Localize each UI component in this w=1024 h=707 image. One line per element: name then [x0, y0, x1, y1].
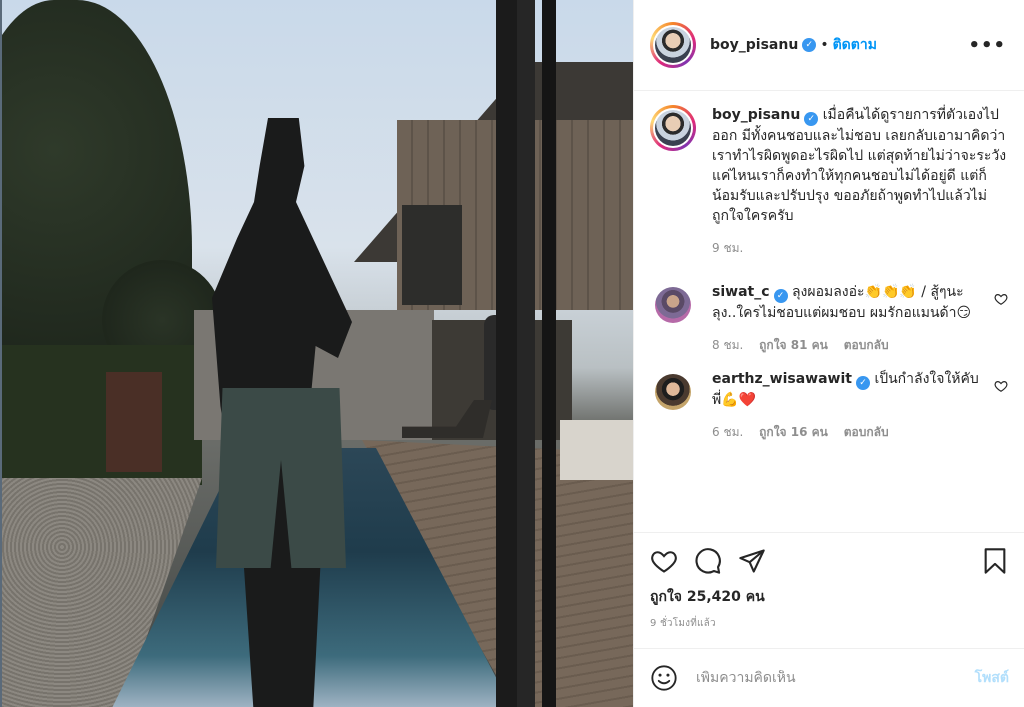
photo-outdoor-sofa: [560, 420, 633, 480]
comment-like-heart-icon[interactable]: [994, 292, 1008, 306]
author-avatar[interactable]: [650, 22, 696, 68]
follow-button[interactable]: ติดตาม: [833, 34, 877, 56]
comment-likes[interactable]: ถูกใจ 16 คน: [759, 425, 828, 439]
post-photo[interactable]: [0, 0, 633, 707]
caption-time[interactable]: 9 ชม.: [712, 241, 743, 255]
caption-meta: 9 ชม.: [712, 238, 1008, 258]
caption-username[interactable]: boy_pisanu: [712, 107, 800, 123]
post-comment-button[interactable]: โพสต์: [975, 667, 1009, 689]
comment-time[interactable]: 8 ชม.: [712, 338, 743, 352]
comment-meta: 6 ชม. ถูกใจ 16 คน ตอบกลับ: [712, 422, 984, 442]
heart-icon[interactable]: [650, 547, 678, 575]
comment-reply-button[interactable]: ตอบกลับ: [844, 425, 889, 439]
action-icons-row: [650, 533, 1009, 588]
bookmark-icon[interactable]: [981, 547, 1009, 575]
post-header: boy_pisanu ✓ • ติดตาม •••: [634, 0, 1024, 91]
comment-username[interactable]: siwat_c: [712, 284, 770, 300]
emoji-icon[interactable]: [650, 664, 678, 692]
comment-time[interactable]: 6 ชม.: [712, 425, 743, 439]
verified-badge-icon: ✓: [773, 289, 788, 303]
comment-item: earthz_wisawawit ✓ เป็นกำลังใจให้คับพี่💪❤…: [650, 369, 1008, 442]
author-username[interactable]: boy_pisanu: [710, 37, 798, 53]
commenter-avatar[interactable]: [650, 282, 696, 328]
comment-meta: 8 ชม. ถูกใจ 81 คน ตอบกลับ: [712, 335, 984, 355]
photo-house-window: [402, 205, 462, 305]
verified-badge-icon: ✓: [855, 376, 870, 390]
photo-door-frame: [496, 0, 518, 707]
comment-icon[interactable]: [694, 547, 722, 575]
photo-door-frame-3: [542, 0, 556, 707]
comment-item: siwat_c ✓ ลุงผอมลงอ่ะ👏👏👏 / สู้ๆนะลุง..ใคร…: [650, 282, 1008, 355]
comment-like-heart-icon[interactable]: [994, 379, 1008, 393]
more-options-icon[interactable]: •••: [968, 35, 1006, 56]
photo-hedge: [2, 345, 202, 485]
verified-badge-icon: ✓: [804, 112, 819, 126]
comment-username[interactable]: earthz_wisawawit: [712, 371, 852, 387]
photo-door-frame-2: [517, 0, 535, 707]
comment-reply-button[interactable]: ตอบกลับ: [844, 338, 889, 352]
share-icon[interactable]: [738, 547, 766, 575]
caption-author-avatar[interactable]: [650, 105, 696, 151]
post-actions: ถูกใจ 25,420 คน 9 ชั่วโมงที่แล้ว: [634, 532, 1024, 631]
comments-list[interactable]: boy_pisanu ✓ เมื่อคืนได้ดูรายการที่ตัวเอง…: [634, 91, 1024, 531]
comment-likes[interactable]: ถูกใจ 81 คน: [759, 338, 828, 352]
caption-text: เมื่อคืนได้ดูรายการที่ตัวเองไปออก มีทั้ง…: [712, 107, 1007, 224]
add-comment-bar: โพสต์: [634, 648, 1024, 707]
add-comment-input[interactable]: [696, 670, 975, 686]
post-detail-panel: boy_pisanu ✓ • ติดตาม ••• boy_pisanu ✓ เม…: [633, 0, 1024, 707]
photo-wooden-gate: [106, 372, 162, 472]
post-timestamp[interactable]: 9 ชั่วโมงที่แล้ว: [650, 616, 1009, 631]
verified-badge-icon: ✓: [802, 38, 817, 52]
commenter-avatar[interactable]: [650, 369, 696, 415]
header-separator: •: [820, 37, 829, 53]
post-like-count[interactable]: ถูกใจ 25,420 คน: [650, 586, 1009, 608]
caption: boy_pisanu ✓ เมื่อคืนได้ดูรายการที่ตัวเอง…: [650, 105, 1008, 258]
